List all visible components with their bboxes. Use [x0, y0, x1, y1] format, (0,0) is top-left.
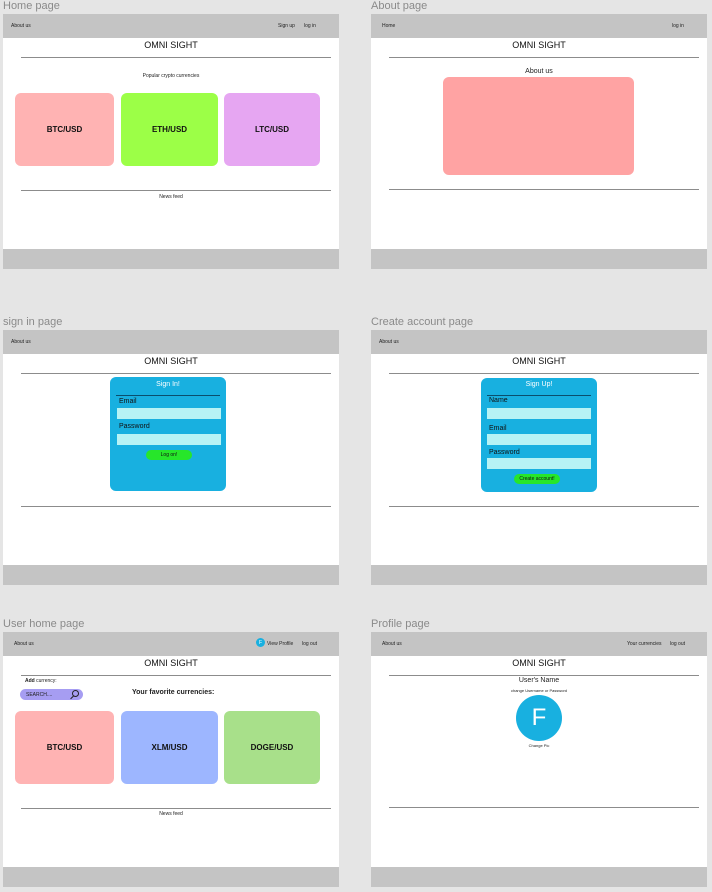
password-input[interactable]: [117, 434, 221, 445]
profile-avatar: F: [516, 695, 562, 741]
frame-label-userhome: User home page: [3, 618, 85, 630]
home-page-frame: About us Sign up log in OMNI SIGHT Popul…: [3, 14, 339, 269]
password-label: Password: [119, 423, 150, 430]
footer-bar: [371, 565, 707, 585]
nav-log-in-link[interactable]: log in: [672, 23, 684, 29]
footer-bar: [371, 867, 707, 887]
currency-search-input[interactable]: SEARCH....: [20, 689, 83, 700]
brand-title: OMNI SIGHT: [144, 40, 198, 50]
sign-in-form: Sign In! Email Password Log on!: [110, 377, 226, 491]
top-nav-bar: About us: [3, 330, 339, 354]
popular-currencies-heading: Popular crypto currencies: [142, 73, 200, 79]
nav-about-us-link[interactable]: About us: [379, 339, 399, 345]
email-input[interactable]: [117, 408, 221, 419]
nav-about-us-link[interactable]: About us: [382, 641, 402, 647]
nav-about-us-link[interactable]: About us: [14, 641, 34, 647]
add-currency-label: Add currency:: [25, 678, 57, 684]
footer-bar: [3, 867, 339, 887]
news-divider: [21, 808, 331, 809]
top-nav-bar: About us Your currencies log out: [371, 632, 707, 656]
create-account-button[interactable]: Create account!: [514, 474, 560, 484]
news-feed-heading: News feed: [159, 194, 183, 200]
footer-bar: [3, 565, 339, 585]
bottom-divider: [389, 506, 699, 507]
favorite-card-doge[interactable]: DOGE/USD: [224, 711, 320, 784]
currency-card-btc[interactable]: BTC/USD: [15, 93, 114, 166]
email-label: Email: [119, 398, 137, 405]
email-input[interactable]: [487, 434, 591, 445]
nav-log-out-link[interactable]: log out: [670, 641, 685, 647]
header-divider: [389, 57, 699, 58]
search-placeholder: SEARCH....: [26, 691, 53, 698]
header-divider: [389, 373, 699, 374]
password-input[interactable]: [487, 458, 591, 469]
bottom-divider: [389, 807, 699, 808]
brand-title: OMNI SIGHT: [144, 658, 198, 668]
search-icon[interactable]: [72, 690, 79, 697]
sign-up-form: Sign Up! Name Email Password Create acco…: [481, 378, 597, 492]
nav-home-link[interactable]: Home: [382, 23, 395, 29]
header-divider: [21, 57, 331, 58]
nav-about-us-link[interactable]: About us: [11, 23, 31, 29]
bottom-divider: [389, 189, 699, 190]
favorite-currencies-heading: Your favorite currencies:: [132, 689, 215, 696]
nav-view-profile-link[interactable]: View Profile: [267, 641, 293, 647]
frame-label-about: About page: [371, 0, 428, 12]
sign-in-title: Sign In!: [156, 381, 180, 388]
nav-about-us-link[interactable]: About us: [11, 339, 31, 345]
top-nav-bar: About us Sign up log in: [3, 14, 339, 38]
brand-title: OMNI SIGHT: [512, 40, 566, 50]
change-pic-link[interactable]: Change Pic: [371, 743, 707, 748]
frame-label-home: Home page: [3, 0, 60, 12]
header-divider: [21, 675, 331, 676]
top-nav-bar: About us F View Profile log out: [3, 632, 339, 656]
about-content-box: [443, 77, 634, 175]
nav-sign-up-link[interactable]: Sign up: [278, 23, 295, 29]
user-home-page-frame: About us F View Profile log out OMNI SIG…: [3, 632, 339, 887]
create-account-page-frame: About us OMNI SIGHT Sign Up! Name Email …: [371, 330, 707, 585]
brand-title: OMNI SIGHT: [512, 356, 566, 366]
news-divider: [21, 190, 331, 191]
email-label: Email: [489, 425, 507, 432]
nav-log-out-link[interactable]: log out: [302, 641, 317, 647]
favorite-card-xlm[interactable]: XLM/USD: [121, 711, 218, 784]
bottom-divider: [21, 506, 331, 507]
brand-title: OMNI SIGHT: [512, 658, 566, 668]
add-bold-text: Add: [25, 678, 35, 684]
footer-bar: [371, 249, 707, 269]
news-feed-heading: News feed: [159, 811, 183, 817]
signin-page-frame: About us OMNI SIGHT Sign In! Email Passw…: [3, 330, 339, 585]
top-nav-bar: Home log in: [371, 14, 707, 38]
form-title-divider: [116, 395, 220, 396]
sign-up-title: Sign Up!: [525, 381, 553, 388]
log-on-button[interactable]: Log on!: [146, 450, 192, 460]
name-label: Name: [489, 397, 508, 404]
change-credentials-link[interactable]: change Username or Password: [371, 688, 707, 693]
user-avatar-icon[interactable]: F: [256, 638, 265, 647]
header-divider: [389, 675, 699, 676]
nav-your-currencies-link[interactable]: Your currencies: [627, 641, 662, 647]
nav-log-in-link[interactable]: log in: [304, 23, 316, 29]
currency-card-ltc[interactable]: LTC/USD: [224, 93, 320, 166]
form-title-divider: [487, 395, 591, 396]
frame-label-create: Create account page: [371, 316, 474, 328]
frame-label-profile: Profile page: [371, 618, 430, 630]
favorite-card-btc[interactable]: BTC/USD: [15, 711, 114, 784]
name-input[interactable]: [487, 408, 591, 419]
password-label: Password: [489, 449, 520, 456]
footer-bar: [3, 249, 339, 269]
add-currency-text: currency:: [34, 678, 57, 684]
profile-page-frame: About us Your currencies log out OMNI SI…: [371, 632, 707, 887]
brand-title: OMNI SIGHT: [144, 356, 198, 366]
currency-card-eth[interactable]: ETH/USD: [121, 93, 218, 166]
about-us-heading: About us: [525, 68, 553, 75]
user-name-heading: User's Name: [518, 677, 560, 684]
top-nav-bar: About us: [371, 330, 707, 354]
header-divider: [21, 373, 331, 374]
frame-label-signin: sign in page: [3, 316, 63, 328]
about-page-frame: Home log in OMNI SIGHT About us: [371, 14, 707, 269]
